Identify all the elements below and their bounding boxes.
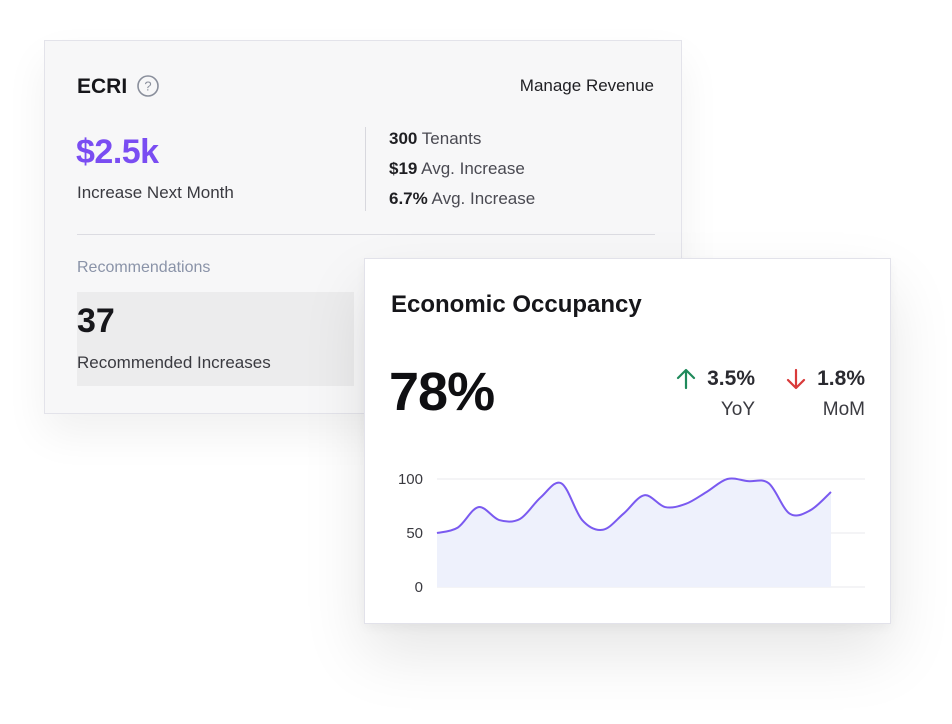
y-tick-label: 50 <box>406 525 423 542</box>
y-tick-label: 0 <box>415 579 423 596</box>
question-circle-icon[interactable]: ? <box>137 75 159 97</box>
yoy-value: 3.5% <box>707 367 755 390</box>
stat-value: 300 <box>389 129 418 148</box>
horizontal-divider <box>77 234 655 235</box>
stat-avg-increase-dollar: $19 Avg. Increase <box>389 158 535 188</box>
recommendations-label: Recommendations <box>77 259 211 276</box>
occupancy-value: 78% <box>389 362 495 422</box>
y-tick-label: 100 <box>398 471 423 488</box>
increase-amount: $2.5k <box>76 133 159 171</box>
manage-revenue-link[interactable]: Manage Revenue <box>520 76 654 96</box>
recommended-count: 37 <box>77 302 115 340</box>
yoy-label: YoY <box>720 399 755 420</box>
mom-metric: 1.8% MoM <box>777 367 865 421</box>
stat-label: Avg. Increase <box>421 159 525 178</box>
occupancy-chart: 100 50 0 <box>398 471 865 596</box>
stat-label: Tenants <box>421 129 482 148</box>
stat-label: Avg. Increase <box>431 189 536 208</box>
mom-label: MoM <box>822 399 865 420</box>
stat-tenants: 300 Tenants <box>389 128 535 158</box>
recommended-caption: Recommended Increases <box>77 353 271 372</box>
mom-value: 1.8% <box>817 367 865 390</box>
recommended-increases-tile[interactable]: 37 Recommended Increases <box>77 292 354 386</box>
arrow-down-icon <box>787 368 806 390</box>
economic-occupancy-card: Economic Occupancy 78% 3.5% YoY 1.8% MoM… <box>364 258 891 624</box>
arrow-up-icon <box>677 368 696 390</box>
stat-value: $19 <box>389 159 418 178</box>
ecri-stats: 300 Tenants $19 Avg. Increase 6.7% Avg. … <box>389 128 535 218</box>
svg-text:?: ? <box>144 79 151 94</box>
stat-avg-increase-percent: 6.7% Avg. Increase <box>389 188 535 218</box>
increase-caption: Increase Next Month <box>77 183 234 202</box>
ecri-title: ECRI <box>77 75 128 98</box>
stat-value: 6.7% <box>389 189 428 208</box>
vertical-divider <box>365 127 366 211</box>
area-fill <box>437 478 831 587</box>
yoy-metric: 3.5% YoY <box>663 367 755 421</box>
occupancy-title: Economic Occupancy <box>391 291 642 318</box>
